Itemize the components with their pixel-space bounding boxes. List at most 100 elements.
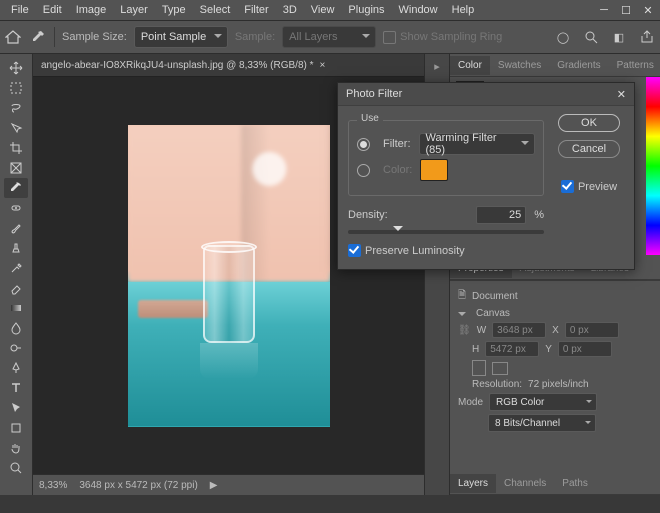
- color-radio[interactable]: [357, 164, 370, 177]
- sample-layers-select: All Layers: [282, 26, 376, 48]
- shape-tool-icon[interactable]: [4, 418, 28, 438]
- tab-gradients[interactable]: Gradients: [549, 56, 608, 75]
- preserve-luminosity-checkbox[interactable]: [348, 244, 361, 257]
- x-field[interactable]: 0 px: [565, 322, 619, 338]
- home-icon[interactable]: [4, 28, 22, 46]
- minimize-icon[interactable]: ─: [596, 3, 612, 17]
- density-slider-thumb[interactable]: [393, 226, 403, 236]
- mode-select[interactable]: RGB Color: [489, 393, 597, 411]
- menu-3d[interactable]: 3D: [276, 4, 304, 16]
- frame-tool-icon[interactable]: [4, 158, 28, 178]
- path-select-tool-icon[interactable]: [4, 398, 28, 418]
- document-icon: 🗎: [458, 288, 466, 305]
- marquee-tool-icon[interactable]: [4, 78, 28, 98]
- w-field[interactable]: 3648 px: [492, 322, 546, 338]
- cancel-button[interactable]: Cancel: [558, 140, 620, 158]
- menu-image[interactable]: Image: [69, 4, 114, 16]
- bits-select[interactable]: 8 Bits/Channel: [488, 414, 596, 432]
- history-brush-tool-icon[interactable]: [4, 258, 28, 278]
- eraser-tool-icon[interactable]: [4, 278, 28, 298]
- show-sampling-ring: Show Sampling Ring: [383, 31, 502, 44]
- color-swatch[interactable]: [420, 159, 448, 181]
- menu-file[interactable]: File: [4, 4, 36, 16]
- dialog-close-icon[interactable]: ✕: [617, 88, 626, 101]
- close-tab-icon[interactable]: ×: [320, 60, 326, 71]
- menu-filter[interactable]: Filter: [237, 4, 275, 16]
- status-bar: 8,33% 3648 px x 5472 px (72 ppi) ▶: [33, 474, 424, 495]
- tab-paths[interactable]: Paths: [554, 474, 596, 493]
- menu-window[interactable]: Window: [392, 4, 445, 16]
- document-image: [128, 125, 330, 427]
- eyedropper-tool-icon[interactable]: [4, 178, 28, 198]
- document-tab-title: angelo-abear-IO8XRikqJU4-unsplash.jpg @ …: [41, 60, 314, 71]
- hand-tool-icon[interactable]: [4, 438, 28, 458]
- properties-doc-label: Document: [472, 291, 518, 302]
- pen-tool-icon[interactable]: [4, 358, 28, 378]
- quick-select-tool-icon[interactable]: [4, 118, 28, 138]
- status-arrow-icon[interactable]: ▶: [210, 480, 218, 491]
- menu-select[interactable]: Select: [193, 4, 238, 16]
- document-tab[interactable]: angelo-abear-IO8XRikqJU4-unsplash.jpg @ …: [33, 54, 424, 77]
- brush-tool-icon[interactable]: [4, 218, 28, 238]
- dialog-titlebar[interactable]: Photo Filter ✕: [338, 83, 634, 106]
- maximize-icon[interactable]: ☐: [618, 3, 634, 17]
- orientation-portrait-icon[interactable]: [472, 360, 486, 376]
- menubar: File Edit Image Layer Type Select Filter…: [0, 0, 660, 20]
- canvas-group[interactable]: Canvas: [458, 308, 652, 319]
- resolution-label: Resolution:: [472, 379, 522, 390]
- tab-patterns[interactable]: Patterns: [609, 56, 660, 75]
- sample-size-label: Sample Size:: [62, 31, 127, 43]
- tab-color[interactable]: Color: [450, 56, 490, 75]
- tab-layers[interactable]: Layers: [450, 474, 496, 493]
- menu-help[interactable]: Help: [445, 4, 482, 16]
- density-unit: %: [534, 209, 544, 221]
- healing-tool-icon[interactable]: [4, 198, 28, 218]
- status-zoom[interactable]: 8,33%: [39, 480, 67, 491]
- gradient-tool-icon[interactable]: [4, 298, 28, 318]
- density-input[interactable]: 25: [476, 206, 526, 224]
- cloud-icon[interactable]: ◯: [554, 28, 572, 46]
- filter-radio[interactable]: [357, 138, 370, 151]
- dock-icon[interactable]: ▸: [434, 60, 440, 73]
- workspace-icon[interactable]: ◧: [610, 28, 628, 46]
- hue-strip[interactable]: [646, 77, 660, 255]
- mode-label: Mode: [458, 397, 483, 408]
- preview-checkbox[interactable]: [561, 180, 574, 193]
- type-tool-icon[interactable]: [4, 378, 28, 398]
- menu-type[interactable]: Type: [155, 4, 193, 16]
- menu-view[interactable]: View: [304, 4, 342, 16]
- blur-tool-icon[interactable]: [4, 318, 28, 338]
- dodge-tool-icon[interactable]: [4, 338, 28, 358]
- close-window-icon[interactable]: ✕: [640, 3, 656, 17]
- eyedropper-icon[interactable]: [29, 28, 47, 46]
- zoom-tool-icon[interactable]: [4, 458, 28, 478]
- dialog-title: Photo Filter: [346, 88, 402, 100]
- lasso-tool-icon[interactable]: [4, 98, 28, 118]
- status-docinfo: 3648 px x 5472 px (72 ppi): [79, 480, 197, 491]
- filter-select[interactable]: Warming Filter (85): [419, 133, 536, 155]
- stamp-tool-icon[interactable]: [4, 238, 28, 258]
- sample-label: Sample:: [235, 31, 275, 43]
- options-bar: Sample Size: Point Sample Sample: All La…: [0, 20, 660, 54]
- h-field[interactable]: 5472 px: [485, 341, 539, 357]
- density-slider[interactable]: [348, 230, 544, 234]
- sample-size-select[interactable]: Point Sample: [134, 26, 228, 48]
- menu-plugins[interactable]: Plugins: [341, 4, 391, 16]
- menu-layer[interactable]: Layer: [113, 4, 155, 16]
- crop-tool-icon[interactable]: [4, 138, 28, 158]
- link-icon[interactable]: ⛓: [458, 325, 471, 336]
- tab-channels[interactable]: Channels: [496, 474, 554, 493]
- color-label: Color:: [383, 164, 412, 176]
- search-icon[interactable]: [582, 28, 600, 46]
- ok-button[interactable]: OK: [558, 114, 620, 132]
- tab-swatches[interactable]: Swatches: [490, 56, 549, 75]
- resolution-value: 72 pixels/inch: [528, 379, 589, 390]
- use-legend: Use: [357, 113, 383, 124]
- orientation-landscape-icon[interactable]: [492, 362, 508, 375]
- use-group: Use Filter: Warming Filter (85) Color:: [348, 120, 544, 196]
- menu-edit[interactable]: Edit: [36, 4, 69, 16]
- y-field[interactable]: 0 px: [558, 341, 612, 357]
- share-icon[interactable]: [638, 28, 656, 46]
- tools-panel: [0, 54, 33, 495]
- move-tool-icon[interactable]: [4, 58, 28, 78]
